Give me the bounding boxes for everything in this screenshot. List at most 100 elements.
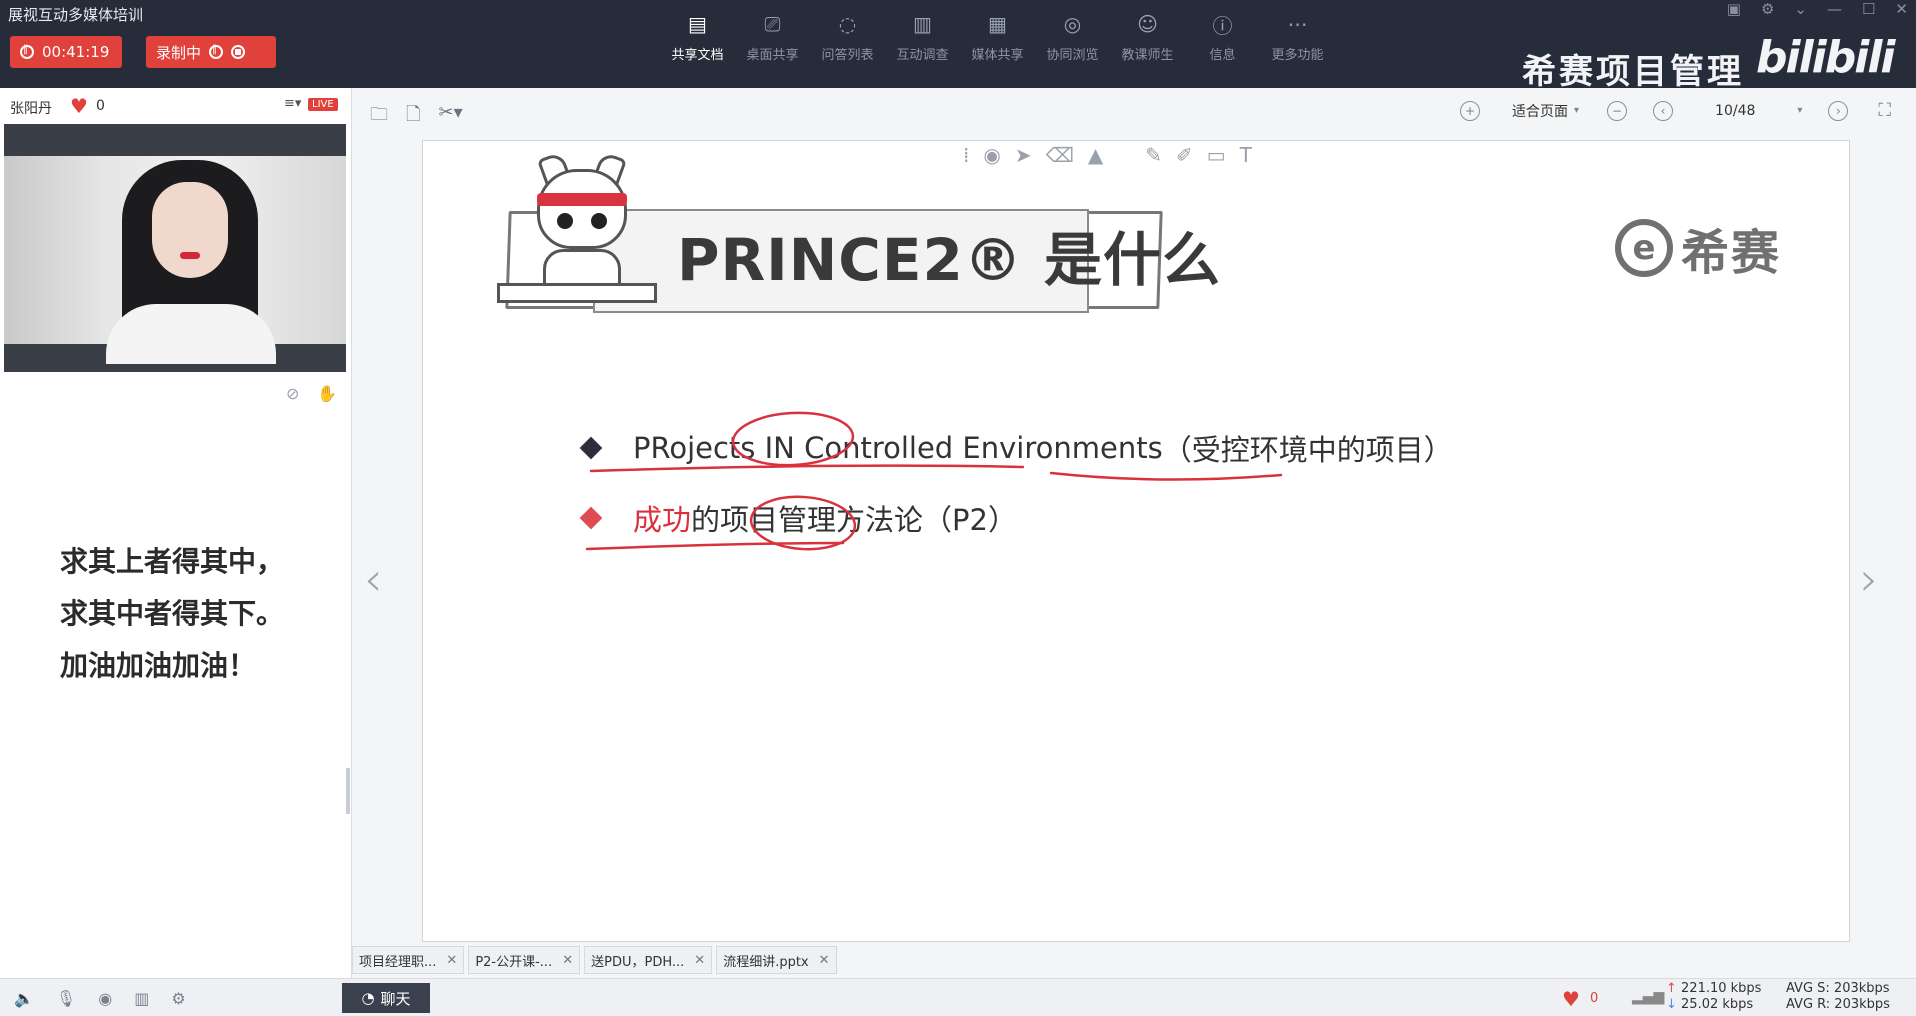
host-likes: 0 — [96, 98, 105, 114]
cat-mascot-icon — [497, 151, 657, 303]
toolbar-item-2[interactable]: ◌ 问答列表 — [810, 12, 885, 63]
heart-icon[interactable]: ♥ — [70, 94, 88, 118]
cut-icon[interactable]: ✂▾ — [438, 102, 462, 132]
minimize-icon[interactable]: — — [1827, 0, 1842, 18]
raise-hand-icon[interactable]: ✋ — [317, 384, 337, 403]
page-number[interactable]: 10/48 — [1715, 103, 1755, 119]
slide-canvas[interactable]: ⁞ ◉ ➤ ⌫ ▲ ✎ ✐ ▭ T PRINCE2® 是什么 e 希赛 PRoj… — [422, 140, 1850, 942]
toolbar-item-label: 协同浏览 — [1046, 48, 1099, 63]
motto-line-1: 求其上者得其中， — [60, 545, 285, 578]
toolbar-item-0[interactable]: ▤ 共享文档 — [660, 12, 735, 63]
host-bar: 张阳丹 ♥ 0 ≡▾ LIVE — [0, 88, 352, 124]
eraser-icon[interactable]: ⌫ — [1046, 143, 1074, 167]
fit-dropdown-icon[interactable]: ▾ — [1574, 105, 1579, 116]
rectangle-icon[interactable]: ▭ — [1207, 143, 1226, 167]
document-tab[interactable]: 流程细讲.pptx ✕ — [716, 946, 837, 974]
zoom-out-icon[interactable]: − — [1607, 100, 1628, 121]
top-bar: 展视互动多媒体培训 00:41:19 录制中 ▤ 共享文档 ⎚ 桌面共享 ◌ 问答列表 ▥ 互… — [0, 0, 1916, 92]
tab-label: P2-公开课-... — [475, 954, 553, 970]
upload-arrow-icon: ↑ — [1666, 981, 1682, 996]
close-icon[interactable]: ✕ — [1895, 0, 1908, 18]
toolbar-item-7[interactable]: ⓘ 信息 — [1185, 12, 1260, 64]
document-share-icon: ▤ — [688, 12, 707, 36]
users-icon: ☺ — [1137, 12, 1158, 36]
document-tabs: 项目经理职... ✕ P2-公开课-... ✕ 送PDU，PDH... ✕ 流程细讲.ppt… — [352, 946, 841, 976]
recording-button[interactable]: 录制中 — [146, 36, 276, 68]
speaker-icon[interactable]: 🔈 — [14, 989, 34, 1008]
tab-close-icon[interactable]: ✕ — [694, 953, 705, 968]
page-dropdown-icon[interactable]: ▾ — [1797, 105, 1802, 116]
drag-handle-icon[interactable]: ⁞ — [963, 143, 969, 167]
tab-close-icon[interactable]: ✕ — [819, 953, 830, 968]
toolbar-item-1[interactable]: ⎚ 桌面共享 — [735, 12, 810, 63]
prev-slide-arrow[interactable]: ‹ — [364, 552, 382, 606]
laser-icon[interactable]: ◉ — [983, 143, 1000, 167]
toolbar-item-label: 更多功能 — [1271, 48, 1324, 63]
download-arrow-icon: ↓ — [1666, 997, 1682, 1012]
toolbar-item-6[interactable]: ☺ 教课师生 — [1110, 12, 1185, 63]
menu-icon[interactable]: ≡▾ — [284, 96, 301, 111]
layout-icon[interactable]: ▣ — [1727, 0, 1741, 18]
panel-scrollbar[interactable] — [346, 768, 350, 814]
stamp-icon[interactable]: ▲ — [1088, 143, 1103, 167]
camera-icon[interactable]: ◉ — [98, 989, 112, 1008]
text-tool-icon[interactable]: T — [1240, 143, 1252, 167]
main-toolbar: ▤ 共享文档 ⎚ 桌面共享 ◌ 问答列表 ▥ 互动调查 ▦ 媒体共享 ◎ 协同浏览 ☺ 教课师生 ⓘ 信息 ⋯ 更… — [660, 12, 1335, 63]
bullet-1-text: PRojects IN Controlled Environments — [633, 431, 1163, 465]
bullet-2-note: （P2） — [923, 503, 1017, 537]
prev-page-icon[interactable]: ‹ — [1653, 100, 1674, 121]
download-rate: 25.02 kbps — [1681, 997, 1754, 1012]
zoom-in-icon[interactable]: + — [1460, 100, 1480, 121]
toolbar-item-label: 教课师生 — [1121, 48, 1174, 63]
toolbar-item-4[interactable]: ▦ 媒体共享 — [960, 12, 1035, 63]
pointer-icon[interactable]: ➤ — [1015, 143, 1032, 167]
toolbar-item-5[interactable]: ◎ 协同浏览 — [1035, 12, 1110, 63]
presenter-figure — [100, 154, 280, 364]
new-file-icon[interactable]: 🗋 — [406, 102, 420, 132]
annotation-underline-2 — [585, 541, 845, 551]
stop-recording-icon[interactable] — [231, 45, 246, 59]
timer-button[interactable]: 00:41:19 — [10, 36, 122, 68]
stats-icon[interactable]: ▥ — [134, 989, 149, 1008]
next-slide-arrow[interactable]: › — [1860, 552, 1878, 606]
chat-button[interactable]: ◔ 聊天 — [342, 983, 430, 1013]
open-folder-icon[interactable]: 🗀 — [370, 102, 388, 132]
live-badge: LIVE — [308, 98, 338, 111]
bullet-2-highlight: 成功 — [633, 503, 692, 537]
avg-receive: AVG R: 203kbps — [1786, 997, 1890, 1012]
next-page-icon[interactable]: › — [1828, 100, 1849, 121]
document-tab[interactable]: 送PDU，PDH... ✕ — [584, 946, 713, 974]
camera-off-icon[interactable]: ⊘ — [286, 384, 299, 403]
pen-icon[interactable]: ✐ — [1176, 143, 1193, 167]
app-title: 展视互动多媒体培训 — [8, 6, 144, 24]
settings-gear-icon[interactable]: ⚙ — [171, 989, 185, 1008]
host-name: 张阳丹 — [10, 101, 52, 117]
viewer-toolbar: 🗀 🗋 ✂▾ + 适合页面 ▾ − ‹ 10/48 ▾ › ⛶ — [352, 88, 1916, 134]
maximize-icon[interactable]: ☐ — [1862, 0, 1875, 18]
pause-recording-icon[interactable] — [209, 44, 224, 59]
window-controls: ▣ ⚙ ⌄ — ☐ ✕ — [1727, 0, 1908, 18]
status-bar: 🔈 🎙 ◉ ▥ ⚙ ◔ 聊天 ♥ 0 ▂▄▆ ↑ 221.10 kbps ↓ 2… — [0, 978, 1916, 1016]
highlighter-icon[interactable]: ✎ — [1145, 143, 1162, 167]
media-share-icon: ▦ — [988, 12, 1007, 36]
annotation-toolbar: ⁞ ◉ ➤ ⌫ ▲ ✎ ✐ ▭ T — [963, 143, 1252, 167]
bullet-1: PRojects IN Controlled Environments （受控环… — [579, 427, 1453, 469]
tab-label: 流程细讲.pptx — [723, 954, 809, 970]
info-icon: ⓘ — [1212, 13, 1233, 38]
settings-icon[interactable]: ⚙ — [1761, 0, 1774, 18]
fullscreen-icon[interactable]: ⛶ — [1878, 100, 1891, 121]
tab-close-icon[interactable]: ✕ — [446, 953, 457, 968]
document-tab[interactable]: 项目经理职... ✕ — [352, 946, 465, 974]
signal-icon: ▂▄▆ — [1632, 989, 1665, 1005]
toolbar-item-3[interactable]: ▥ 互动调查 — [885, 12, 960, 63]
collapse-icon[interactable]: ⌄ — [1794, 0, 1807, 18]
document-tab[interactable]: P2-公开课-... ✕ — [468, 946, 581, 974]
fit-page-select[interactable]: 适合页面 — [1512, 101, 1568, 121]
microphone-icon[interactable]: 🎙 — [56, 989, 76, 1008]
tab-close-icon[interactable]: ✕ — [562, 953, 573, 968]
qa-list-icon: ◌ — [838, 12, 857, 36]
heart-icon[interactable]: ♥ — [1562, 987, 1580, 1011]
brand-text: 希赛项目管理 — [1522, 52, 1744, 92]
panel-icons: ⊘ ✋ — [286, 384, 337, 403]
toolbar-item-8[interactable]: ⋯ 更多功能 — [1260, 12, 1335, 63]
